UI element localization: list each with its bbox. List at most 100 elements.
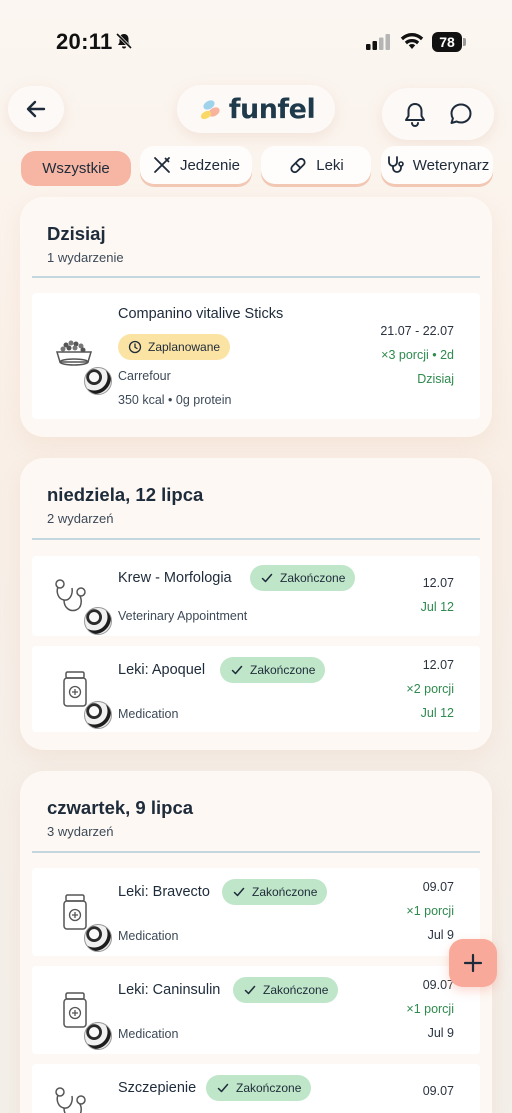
event-type: Medication bbox=[118, 929, 179, 943]
status-badge-done: Zakończone bbox=[206, 1075, 312, 1101]
event-title: Szczepienie bbox=[118, 1080, 197, 1096]
event-title: Leki: Apoquel bbox=[118, 662, 206, 678]
medicine-bottle-icon bbox=[63, 671, 87, 707]
event-type: Medication bbox=[118, 707, 179, 721]
medicine-bottle-icon bbox=[63, 894, 87, 930]
event-portions: ×2 porcji bbox=[406, 682, 454, 696]
event-day-label: Jul 9 bbox=[427, 928, 454, 942]
event-type: Medication bbox=[118, 1027, 179, 1041]
group-title: czwartek, 9 lipca bbox=[47, 797, 194, 818]
event-portions: ×3 porcji • 2d bbox=[381, 348, 454, 362]
status-bar: 20:11 78 bbox=[0, 0, 512, 80]
pet-avatar bbox=[84, 607, 112, 635]
event-day-label: Dzisiaj bbox=[417, 372, 454, 386]
header-actions bbox=[382, 88, 494, 140]
event-date: 12.07 bbox=[422, 576, 454, 590]
event-group-thursday: czwartek, 9 lipca 3 wydarzeń Leki: Brave… bbox=[20, 771, 492, 1113]
checkmark-icon bbox=[261, 573, 273, 583]
event-group-today: Dzisiaj 1 wydarzenie Companino vitalive … bbox=[20, 197, 492, 437]
wifi-icon bbox=[400, 33, 424, 49]
status-badge-done: Zakończone bbox=[220, 657, 326, 683]
badge-label: Zaplanowane bbox=[148, 340, 221, 354]
group-divider bbox=[32, 851, 480, 853]
chat-bubble-icon[interactable] bbox=[447, 100, 475, 128]
event-item[interactable]: Leki: Bravecto Zakończone Medication 09.… bbox=[32, 868, 480, 956]
badge-label: Zakończone bbox=[263, 983, 329, 997]
event-item[interactable]: Krew - Morfologia Zakończone Veterinary … bbox=[32, 556, 480, 636]
event-nutrition: 350 kcal • 0g protein bbox=[118, 393, 232, 407]
status-badge-planned: Zaplanowane bbox=[118, 334, 231, 360]
group-divider bbox=[32, 276, 480, 278]
event-item[interactable]: Szczepienie Zakończone 09.07 bbox=[32, 1064, 480, 1113]
app-logo: funfel bbox=[177, 85, 335, 133]
filter-chip-label: Weterynarz bbox=[412, 156, 490, 174]
pill-icon bbox=[290, 157, 306, 174]
stethoscope-icon bbox=[387, 156, 404, 173]
group-divider bbox=[32, 538, 480, 540]
badge-label: Zakończone bbox=[280, 571, 346, 585]
cellular-signal-icon bbox=[366, 34, 390, 50]
checkmark-icon bbox=[244, 985, 256, 995]
stethoscope-icon bbox=[55, 1087, 86, 1113]
event-day-label: Jul 12 bbox=[420, 706, 454, 720]
group-count: 3 wydarzeń bbox=[47, 824, 114, 839]
group-count: 2 wydarzeń bbox=[47, 511, 114, 526]
filter-chip-meds[interactable]: Leki bbox=[261, 146, 371, 184]
filter-chip-label: Wszystkie bbox=[42, 160, 110, 177]
battery-icon: 78 bbox=[432, 32, 466, 52]
status-badge-done: Zakończone bbox=[250, 565, 356, 591]
medicine-bottle-icon bbox=[63, 992, 87, 1028]
badge-label: Zakończone bbox=[252, 885, 318, 899]
status-badge-done: Zakończone bbox=[222, 879, 328, 905]
checkmark-icon bbox=[217, 1083, 229, 1093]
event-title: Krew - Morfologia bbox=[118, 570, 232, 586]
battery-level: 78 bbox=[432, 32, 462, 52]
plus-icon bbox=[463, 953, 483, 973]
status-badge-done: Zakończone bbox=[233, 977, 339, 1003]
event-day-label: Jul 9 bbox=[427, 1026, 454, 1040]
event-date: 09.07 bbox=[422, 1084, 454, 1098]
event-date: 09.07 bbox=[422, 880, 454, 894]
event-date: 12.07 bbox=[422, 658, 454, 672]
group-count: 1 wydarzenie bbox=[47, 250, 124, 265]
filter-chip-label: Leki bbox=[316, 156, 344, 174]
badge-label: Zakończone bbox=[250, 663, 316, 677]
notifications-bell-icon[interactable] bbox=[401, 100, 429, 128]
filter-chips: Wszystkie Jedzenie Leki Weterynarz bbox=[0, 146, 512, 188]
add-event-button[interactable] bbox=[449, 939, 497, 987]
group-title: Dzisiaj bbox=[47, 223, 106, 244]
event-title: Leki: Bravecto bbox=[118, 884, 210, 900]
bell-off-icon bbox=[115, 32, 133, 50]
group-title: niedziela, 12 lipca bbox=[47, 484, 204, 505]
logo-text: funfel bbox=[228, 93, 316, 125]
filter-chip-all[interactable]: Wszystkie bbox=[21, 151, 131, 186]
checkmark-icon bbox=[231, 665, 243, 675]
event-date-range: 21.07 - 22.07 bbox=[380, 324, 454, 338]
event-type: Veterinary Appointment bbox=[118, 609, 248, 623]
event-item[interactable]: Leki: Caninsulin Zakończone Medication 0… bbox=[32, 966, 480, 1054]
filter-chip-label: Jedzenie bbox=[179, 156, 241, 174]
filter-chip-food[interactable]: Jedzenie bbox=[140, 146, 252, 184]
arrow-left-icon bbox=[26, 100, 46, 118]
event-day-label: Jul 12 bbox=[420, 600, 454, 614]
event-store: Carrefour bbox=[118, 369, 171, 383]
event-portions: ×1 porcji bbox=[406, 904, 454, 918]
event-portions: ×1 porcji bbox=[406, 1002, 454, 1016]
food-bowl-icon bbox=[55, 340, 93, 366]
event-title: Leki: Caninsulin bbox=[118, 982, 221, 998]
utensils-icon bbox=[154, 157, 170, 173]
event-date: 09.07 bbox=[422, 978, 454, 992]
filter-chip-vet[interactable]: Weterynarz bbox=[381, 146, 493, 184]
status-time: 20:11 bbox=[56, 29, 113, 54]
event-group-sunday: niedziela, 12 lipca 2 wydarzeń Krew - Mo… bbox=[20, 458, 492, 750]
pet-avatar bbox=[84, 924, 112, 952]
pet-avatar bbox=[84, 367, 112, 395]
clock-icon bbox=[128, 340, 142, 354]
badge-label: Zakończone bbox=[236, 1081, 302, 1095]
back-button[interactable] bbox=[8, 86, 64, 132]
event-title: Companino vitalive Sticks bbox=[118, 306, 284, 322]
event-item[interactable]: Leki: Apoquel Zakończone Medication 12.0… bbox=[32, 646, 480, 732]
pet-avatar bbox=[84, 701, 112, 729]
checkmark-icon bbox=[233, 887, 245, 897]
event-item[interactable]: Companino vitalive Sticks Zaplanowane Ca… bbox=[32, 293, 480, 419]
